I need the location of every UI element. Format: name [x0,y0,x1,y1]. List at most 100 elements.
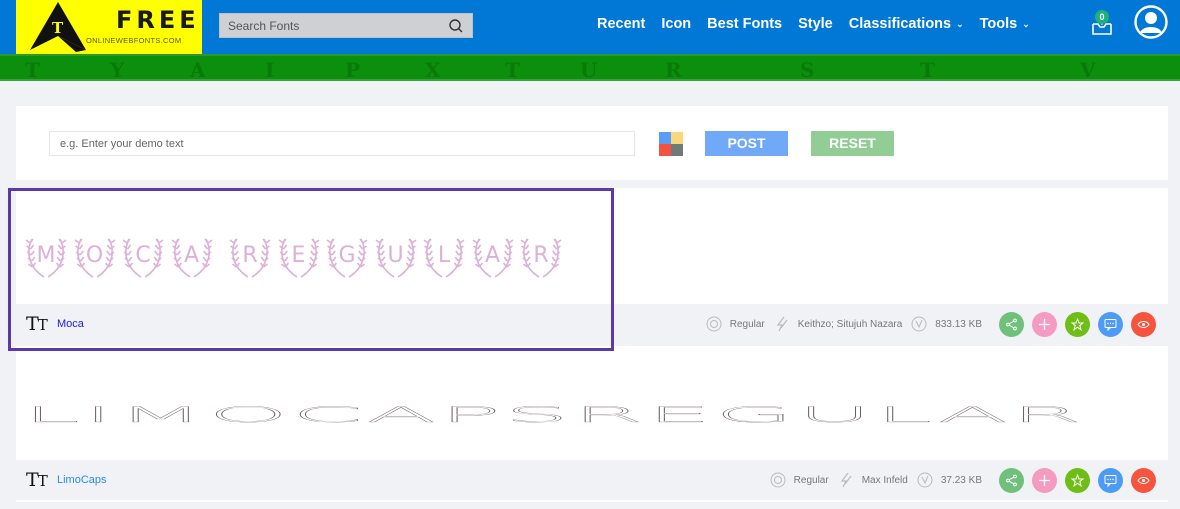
view-button[interactable] [1131,311,1156,337]
font-type-icon: TT [26,313,48,335]
file-size-icon [917,472,933,488]
nav-label: Best Fonts [707,16,783,32]
eye-icon [1137,476,1150,484]
share-icon [1006,474,1017,486]
comment-icon [1104,318,1117,331]
banner-glyph: V [1080,58,1096,81]
nav-tools[interactable]: Tools ⌄ [980,16,1030,32]
banner-glyph: T [920,58,935,81]
banner-glyph: Y [110,58,125,81]
svg-text:T: T [52,19,64,37]
favorite-button[interactable] [1065,467,1090,493]
plus-icon [1039,474,1050,486]
add-button[interactable] [1032,467,1057,493]
font-name-link[interactable]: LimoCaps [57,474,107,486]
font-designer: Keithzo; Situjuh Nazara [797,318,903,330]
comment-icon [1104,474,1117,487]
wreath-letter: C [121,235,165,279]
font-meta-details: Regular Max Infeld 37.23 KB [770,460,1156,500]
decorative-banner: T Y A I P X T U R S T V [0,54,1180,81]
nav-label: Icon [661,16,692,32]
banner-glyph: X [425,58,441,81]
share-icon [1006,318,1017,330]
chevron-down-icon: ⌄ [956,18,964,29]
font-card-limocaps: LIMOCAPSREGULAR TT LimoCaps Regular Max … [16,346,1168,502]
star-icon [1071,473,1084,487]
banner-glyph: T [505,58,520,81]
comment-button[interactable] [1098,311,1123,337]
banner-glyph: U [580,58,598,81]
nav-recent[interactable]: Recent [597,16,645,32]
user-avatar-icon[interactable] [1134,5,1168,39]
site-logo[interactable]: T FREE ONLINEWEBFONTS.COM [16,0,202,54]
main-nav: Recent Icon Best Fonts Style Classificat… [597,16,1046,32]
font-preview[interactable]: M O C A R E G U L A R [16,188,1168,304]
chevron-down-icon: ⌄ [1022,18,1030,29]
share-button[interactable] [999,467,1024,493]
reset-button[interactable]: RESET [811,131,894,156]
banner-glyph: R [665,58,682,81]
nav-label: Tools [979,16,1018,32]
color-swatch-red [659,144,671,156]
nav-classifications[interactable]: Classifications ⌄ [849,16,964,32]
eye-icon [1137,320,1150,328]
nav-label: Recent [597,16,646,32]
font-preview[interactable]: LIMOCAPSREGULAR [16,346,1168,460]
post-button[interactable]: POST [705,131,788,156]
logo-a-icon: T [30,2,86,52]
favorite-button[interactable] [1065,311,1090,337]
style-icon [770,472,786,488]
search-box [219,13,473,38]
logo-subtitle: ONLINEWEBFONTS.COM [86,36,182,45]
font-preview-text: LIMOCAPSREGULAR [22,402,1086,428]
wreath-letter: G [325,235,369,279]
nav-label: Classifications [848,16,952,32]
banner-glyph: S [800,58,815,81]
top-navigation-bar: T FREE ONLINEWEBFONTS.COM Recent Icon Be… [0,0,1180,54]
add-button[interactable] [1032,311,1057,337]
font-name-link[interactable]: Moca [57,318,84,330]
font-style: Regular [729,318,765,330]
color-swatch-yellow [671,132,683,144]
share-button[interactable] [999,311,1024,337]
inbox-count-badge: 0 [1095,10,1109,24]
font-preview-text: M O C A R E G U L A R [24,232,568,282]
font-designer: Max Infeld [861,474,908,486]
star-icon [1071,317,1084,331]
search-input[interactable] [220,14,440,37]
banner-glyph: I [265,58,275,81]
font-style: Regular [793,474,829,486]
logo-title: FREE [116,6,200,34]
font-type-icon: TT [26,469,48,491]
wreath-letter: O [73,235,117,279]
view-button[interactable] [1131,467,1156,493]
wreath-letter: U [374,235,418,279]
nav-icon[interactable]: Icon [661,16,691,32]
color-swatch-blue [659,132,671,144]
inbox-button[interactable]: 0 [1090,10,1114,36]
comment-button[interactable] [1098,467,1123,493]
banner-glyph: A [190,58,206,81]
search-icon[interactable] [448,18,464,34]
font-meta-bar: TT LimoCaps Regular Max Infeld 37.23 KB [16,460,1168,500]
font-file-size: 37.23 KB [940,474,982,486]
font-card-moca: M O C A R E G U L A R TT Moca Regular Ke… [16,188,1168,344]
font-meta-bar: TT Moca Regular Keithzo; Situjuh Nazara … [16,304,1168,344]
nav-best-fonts[interactable]: Best Fonts [707,16,782,32]
nav-label: Style [798,16,833,32]
designer-icon [840,472,852,488]
nav-style[interactable]: Style [798,16,833,32]
file-size-icon [911,316,927,332]
designer-icon [776,316,788,332]
banner-glyph: T [25,58,40,81]
style-icon [706,316,722,332]
banner-glyph: P [345,58,361,81]
wreath-letter: E [277,235,321,279]
color-swatch-gray [671,144,683,156]
font-meta-details: Regular Keithzo; Situjuh Nazara 833.13 K… [706,304,1156,344]
plus-icon [1039,318,1050,330]
color-picker-icon[interactable] [659,132,683,156]
demo-text-input[interactable] [49,131,635,156]
font-file-size: 833.13 KB [935,318,982,330]
wreath-letter: R [519,235,563,279]
